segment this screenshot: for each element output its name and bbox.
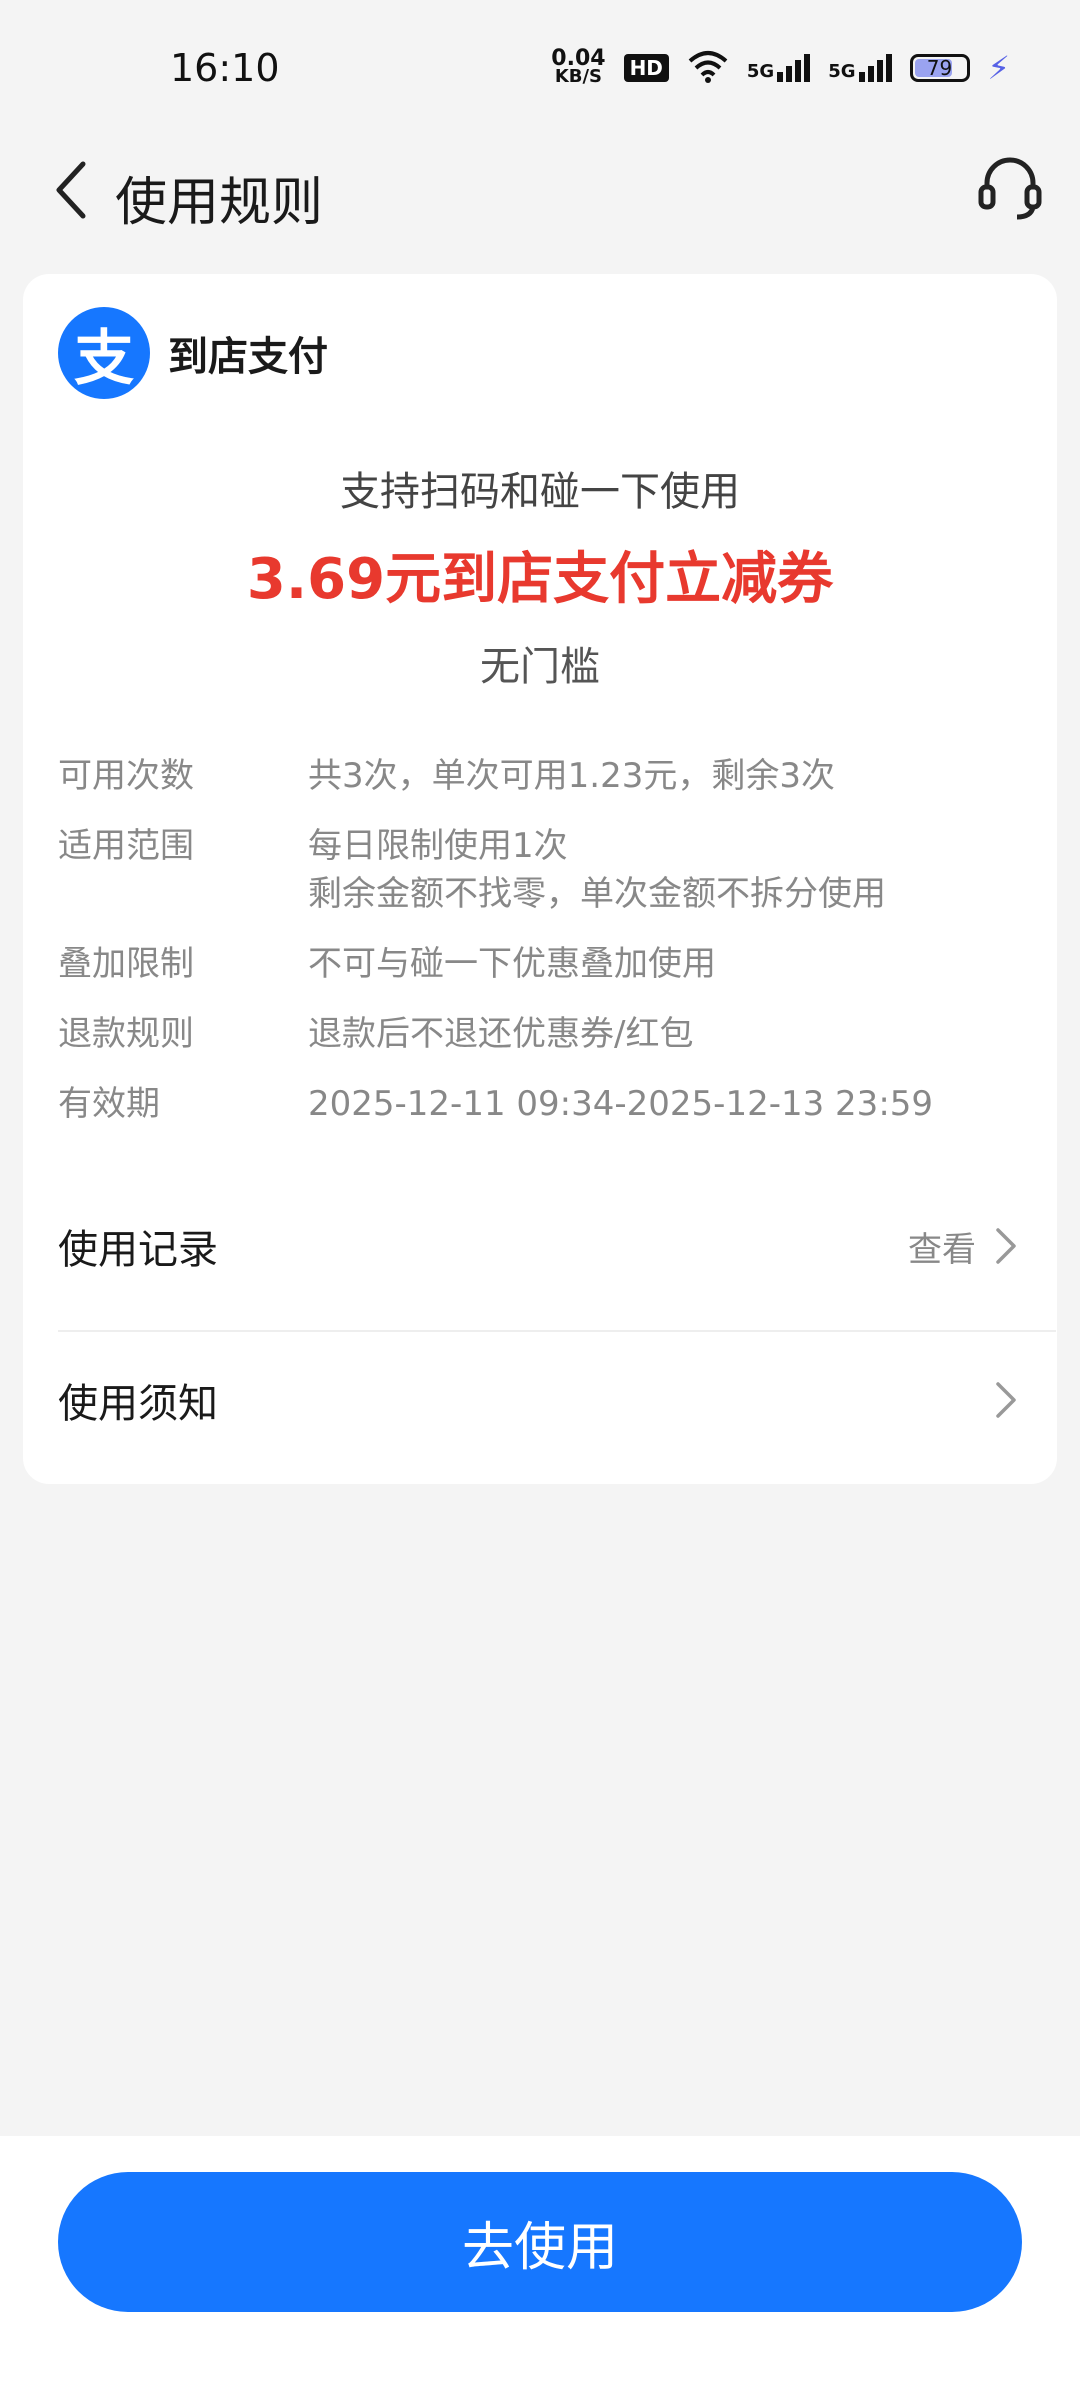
- usage-notice-label: 使用须知: [58, 1381, 218, 1427]
- rule-value-line: 每日限制使用1次: [308, 826, 568, 866]
- charging-icon: ⚡: [987, 49, 1010, 87]
- page-title: 使用规则: [115, 173, 324, 233]
- alipay-logo-icon: 支: [58, 307, 150, 399]
- chevron-right-icon: [996, 1382, 1016, 1418]
- back-button[interactable]: [36, 150, 106, 230]
- headset-icon: [978, 157, 1042, 220]
- view-link[interactable]: 查看: [908, 1222, 976, 1271]
- hd-icon: HD: [623, 54, 669, 82]
- rule-value: 不可与碰一下优惠叠加使用: [308, 944, 716, 984]
- brand-name: 到店支付: [168, 334, 328, 380]
- cellular-signal-icon: 5G: [746, 54, 811, 82]
- divider: [58, 1330, 1056, 1332]
- chevron-left-icon: [56, 161, 86, 219]
- status-bar: 16:10 0.04 KB/S HD 5G 5G 79 ⚡: [0, 0, 1080, 140]
- chevron-right-icon: [996, 1228, 1016, 1264]
- rule-usage-count: 可用次数 共3次，单次可用1.23元，剩余3次: [58, 752, 1018, 800]
- bottom-action-bar: 去使用: [0, 2136, 1080, 2400]
- status-icons: 0.04 KB/S HD 5G 5G 79 ⚡: [551, 48, 1010, 88]
- rule-stacking: 叠加限制 不可与碰一下优惠叠加使用: [58, 940, 1018, 988]
- cellular-signal-icon-2: 5G: [828, 54, 892, 82]
- customer-service-button[interactable]: [970, 146, 1050, 226]
- network-type-label: 5G: [746, 61, 775, 82]
- rule-label: 有效期: [58, 1084, 160, 1124]
- rule-label: 适用范围: [58, 826, 194, 866]
- rule-validity: 有效期 2025-12-11 09:34-2025-12-13 23:59: [58, 1080, 1018, 1128]
- rule-label: 退款规则: [58, 1014, 194, 1054]
- network-speed: 0.04 KB/S: [551, 48, 605, 87]
- rules-list: 可用次数 共3次，单次可用1.23元，剩余3次 适用范围 每日限制使用1次 剩余…: [58, 752, 1018, 1150]
- rule-scope: 适用范围 每日限制使用1次 剩余金额不找零，单次金额不拆分使用: [58, 822, 1018, 918]
- use-now-button[interactable]: 去使用: [58, 2172, 1022, 2312]
- rule-refund: 退款规则 退款后不退还优惠券/红包: [58, 1010, 1018, 1058]
- usage-notice-row[interactable]: 使用须知: [58, 1340, 1018, 1460]
- battery-level: 79: [926, 56, 953, 80]
- coupon-rules-card: 支 到店支付 支持扫码和碰一下使用 3.69元到店支付立减券 无门槛 可用次数 …: [23, 274, 1057, 1484]
- usage-record-row[interactable]: 使用记录 查看: [58, 1186, 1018, 1306]
- rule-value-line: 剩余金额不找零，单次金额不拆分使用: [308, 874, 886, 914]
- status-time: 16:10: [170, 46, 280, 90]
- rule-value: 共3次，单次可用1.23元，剩余3次: [308, 756, 835, 796]
- brand-row: 支 到店支付: [58, 307, 328, 399]
- page-header: 使用规则: [0, 140, 1080, 250]
- wifi-icon: [687, 49, 729, 87]
- battery-icon: 79: [909, 54, 970, 82]
- rule-label: 叠加限制: [58, 944, 194, 984]
- network-type-label-2: 5G: [828, 61, 856, 82]
- rule-value: 2025-12-11 09:34-2025-12-13 23:59: [308, 1084, 934, 1124]
- network-speed-unit: KB/S: [554, 66, 603, 87]
- usage-record-label: 使用记录: [58, 1227, 218, 1273]
- usage-method-text: 支持扫码和碰一下使用: [340, 469, 740, 515]
- rule-value: 退款后不退还优惠券/红包: [308, 1014, 694, 1054]
- rule-label: 可用次数: [58, 756, 194, 796]
- coupon-title: 3.69元到店支付立减券: [246, 547, 834, 612]
- rule-value: 每日限制使用1次 剩余金额不找零，单次金额不拆分使用: [308, 822, 1018, 918]
- coupon-threshold: 无门槛: [480, 644, 600, 690]
